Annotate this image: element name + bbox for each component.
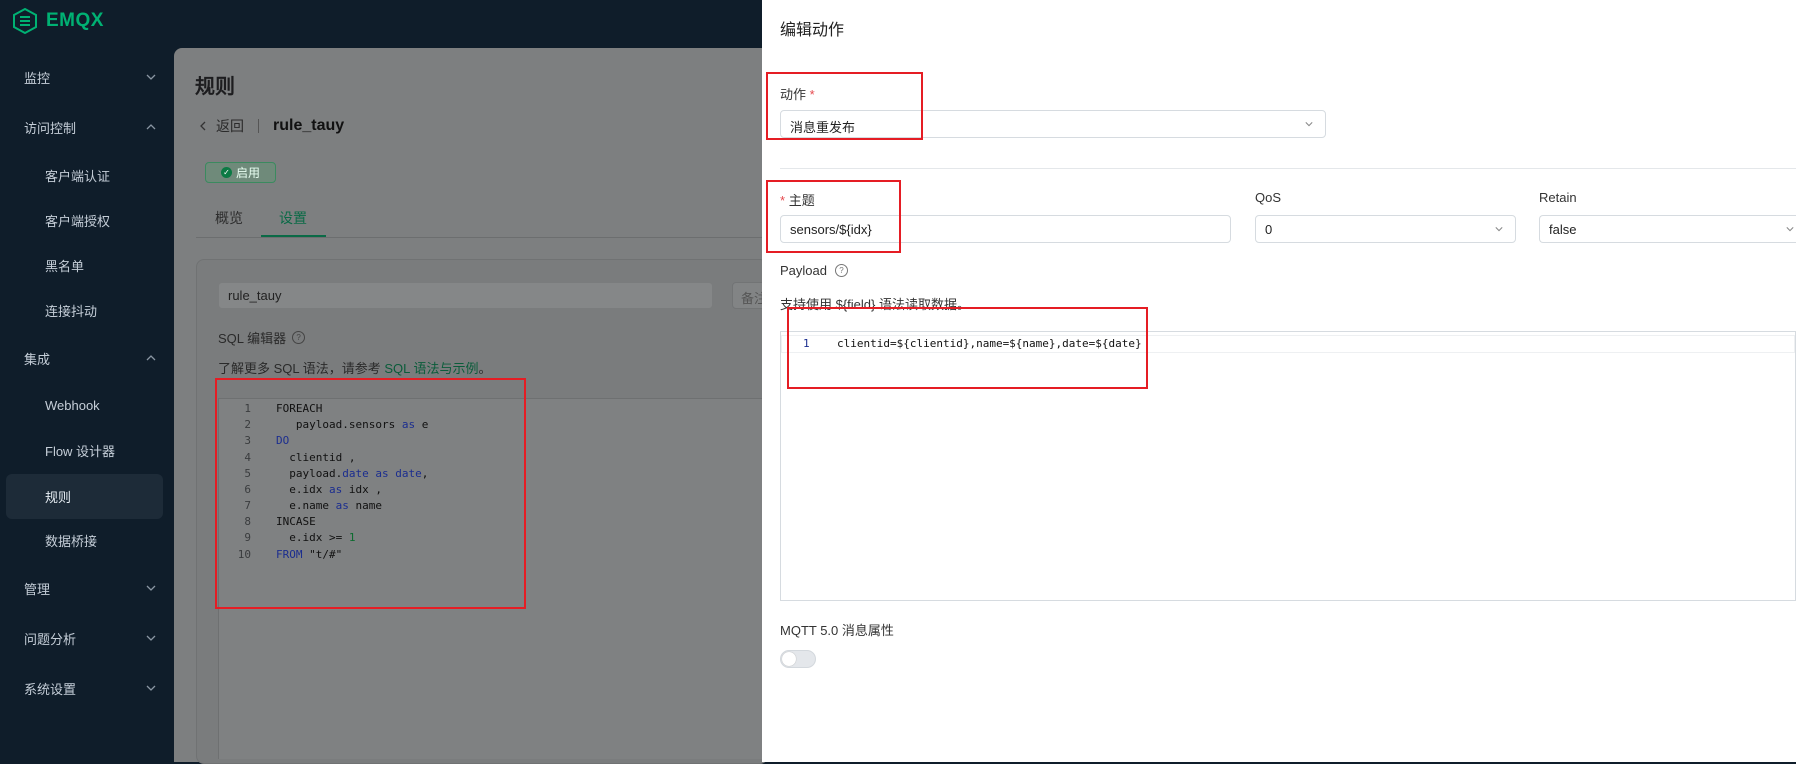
mqtt-props-toggle[interactable] <box>780 650 816 668</box>
nav-label: 客户端认证 <box>45 168 111 184</box>
nav-label: 连接抖动 <box>45 303 98 319</box>
qos-value: 0 <box>1265 222 1273 237</box>
tab-settings[interactable]: 设置 <box>261 208 326 237</box>
nav-system-settings[interactable]: 系统设置 <box>0 668 174 708</box>
nav-label: 系统设置 <box>24 681 77 697</box>
nav-flapping[interactable]: 连接抖动 <box>0 290 174 330</box>
highlight-box-sql <box>215 378 526 609</box>
nav-label: 集成 <box>24 351 51 367</box>
nav-data-bridge[interactable]: 数据桥接 <box>0 520 174 560</box>
sql-help-prefix: 了解更多 SQL 语法，请参考 <box>218 361 385 376</box>
retain-label: Retain <box>1539 190 1577 205</box>
help-icon[interactable]: ? <box>834 264 848 277</box>
qos-label: QoS <box>1255 190 1282 205</box>
divider <box>780 168 1796 169</box>
brand-name: EMQX <box>46 10 104 31</box>
chevron-down-icon <box>146 685 156 691</box>
nav-webhook[interactable]: Webhook <box>0 385 174 425</box>
highlight-box-payload <box>787 307 1148 389</box>
rule-name-heading: rule_tauy <box>273 117 345 134</box>
nav-management[interactable]: 管理 <box>0 568 174 608</box>
check-circle-icon: ✓ <box>220 167 232 178</box>
sql-label-text: SQL 编辑器 <box>218 331 287 346</box>
sql-help-text: 了解更多 SQL 语法，请参考 SQL 语法与示例。 <box>218 358 492 377</box>
back-link[interactable]: 返回 <box>216 116 244 136</box>
highlight-box-topic <box>766 180 901 253</box>
nav-label: Webhook <box>45 397 100 413</box>
status-badge: ✓ 启用 <box>205 162 276 183</box>
chevron-down-icon <box>1786 227 1794 232</box>
nav-label: 问题分析 <box>24 631 77 647</box>
chevron-down-icon <box>146 585 156 591</box>
breadcrumb: 返回 rule_tauy <box>198 116 344 136</box>
toggle-knob <box>782 652 796 666</box>
chevron-down-icon <box>146 74 156 80</box>
qos-select[interactable]: 0 <box>1255 215 1516 243</box>
nav-rules[interactable]: 规则 <box>6 474 163 519</box>
nav-label: 规则 <box>45 490 72 505</box>
chevron-down-icon <box>1495 227 1503 232</box>
tabs: 概览 设置 <box>196 205 766 238</box>
emqx-logo-icon <box>13 8 37 34</box>
nav-label: 数据桥接 <box>45 533 98 549</box>
nav-label: Flow 设计器 <box>45 443 116 459</box>
nav-integration[interactable]: 集成 <box>0 338 174 378</box>
nav-blacklist[interactable]: 黑名单 <box>0 245 174 285</box>
payload-label: Payload ? <box>780 263 848 278</box>
nav-label: 黑名单 <box>45 258 85 274</box>
nav-flow-designer[interactable]: Flow 设计器 <box>0 430 174 470</box>
nav-label: 监控 <box>24 70 51 86</box>
nav-label: 客户端授权 <box>45 213 111 229</box>
retain-value: false <box>1549 222 1577 237</box>
retain-select[interactable]: false <box>1539 215 1796 243</box>
nav-access-control[interactable]: 访问控制 <box>0 107 174 147</box>
divider <box>258 119 259 133</box>
chevron-down-icon <box>146 635 156 641</box>
sql-help-suffix: 。 <box>478 361 492 376</box>
nav-client-authz[interactable]: 客户端授权 <box>0 200 174 240</box>
sql-syntax-link[interactable]: SQL 语法与示例 <box>384 361 478 376</box>
drawer-title: 编辑动作 <box>780 22 845 39</box>
chevron-left-icon[interactable] <box>198 121 208 131</box>
chevron-up-icon <box>146 124 156 130</box>
mqtt-props-label: MQTT 5.0 消息属性 <box>780 623 894 638</box>
nav-monitor[interactable]: 监控 <box>0 57 174 97</box>
chevron-down-icon <box>1305 122 1313 127</box>
nav-label: 管理 <box>24 581 51 597</box>
page-title: 规则 <box>195 76 235 98</box>
nav-diagnose[interactable]: 问题分析 <box>0 618 174 658</box>
sql-editor-label: SQL 编辑器 ? <box>218 328 306 347</box>
rule-name-input[interactable]: rule_tauy <box>218 282 713 309</box>
tab-overview[interactable]: 概览 <box>215 208 243 228</box>
chevron-up-icon <box>146 355 156 361</box>
status-text: 启用 <box>235 166 260 180</box>
sidebar: EMQX 监控 访问控制 客户端认证 客户端授权 黑名单 连接抖动 集成 Web… <box>0 0 174 762</box>
payload-label-text: Payload <box>780 263 827 278</box>
highlight-box-action <box>766 72 923 140</box>
logo[interactable]: EMQX <box>12 8 104 34</box>
help-icon[interactable]: ? <box>292 331 306 344</box>
nav-label: 访问控制 <box>24 120 77 136</box>
nav-client-authn[interactable]: 客户端认证 <box>0 155 174 195</box>
